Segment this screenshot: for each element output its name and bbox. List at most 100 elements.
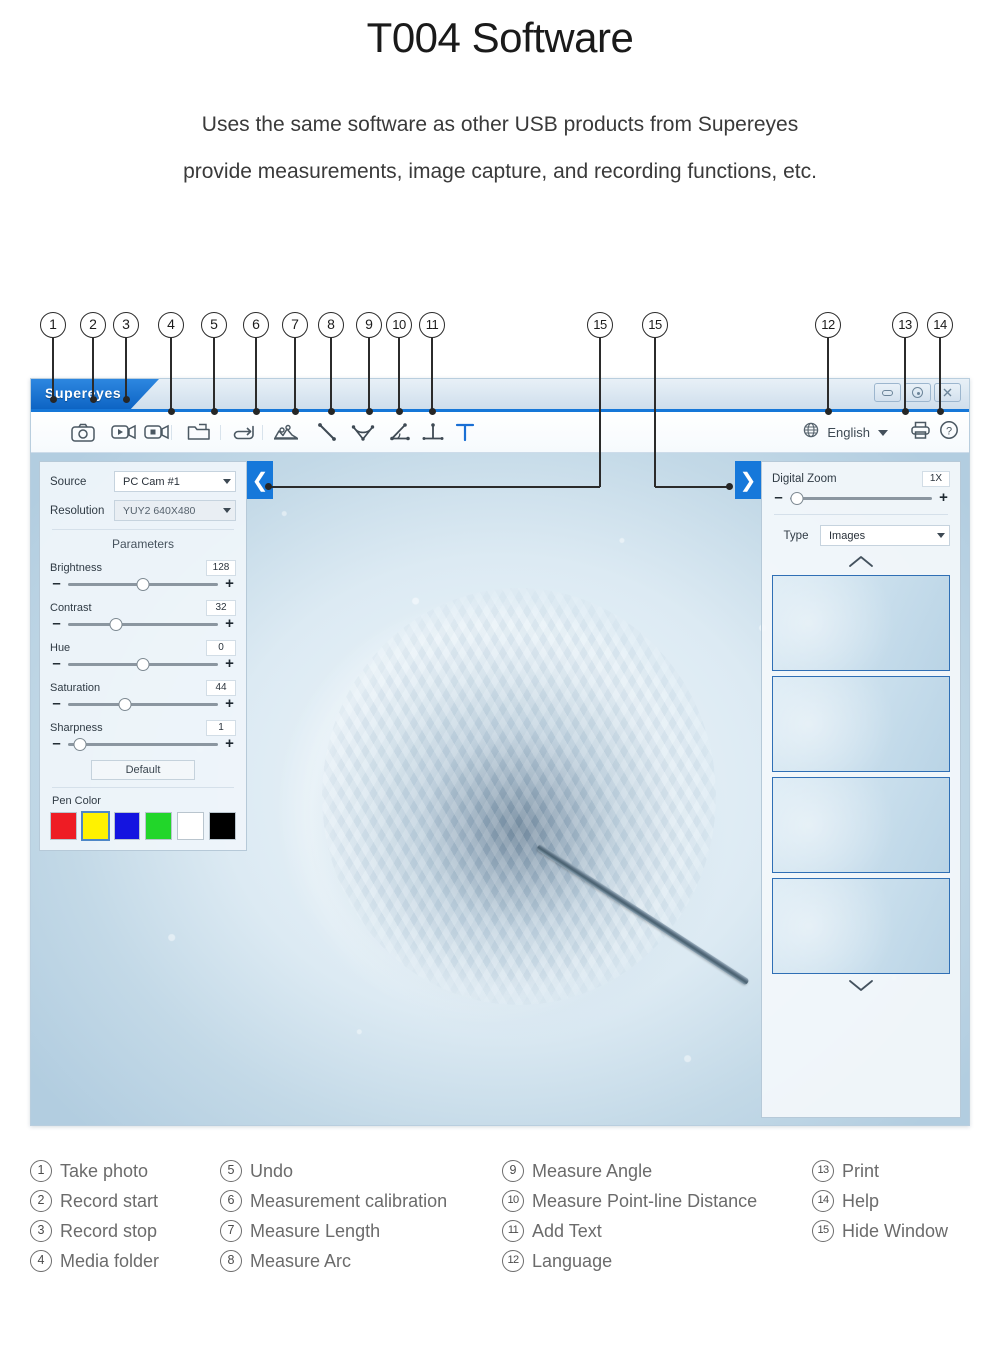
undo-icon[interactable] (232, 420, 258, 444)
legend-number: 7 (220, 1220, 242, 1242)
legend-number: 13 (812, 1160, 834, 1182)
parameter-slider[interactable] (68, 737, 218, 751)
digital-zoom-row: Digital Zoom 1X (772, 471, 950, 487)
pen-color-yellow[interactable] (80, 811, 110, 841)
measurement-calibration-icon[interactable] (273, 420, 299, 444)
legend-number: 12 (502, 1250, 524, 1272)
legend-item: 11 Add Text (502, 1220, 812, 1242)
callout-15: 15 (587, 312, 613, 338)
resolution-select[interactable]: YUY2 640X480 (114, 500, 236, 521)
measure-point-line-distance-icon[interactable] (420, 420, 446, 444)
parameter-header: Hue 0 (50, 640, 236, 656)
source-label: Source (50, 475, 87, 488)
legend-label: Add Text (532, 1220, 602, 1241)
legend-number: 1 (30, 1160, 52, 1182)
add-text-icon[interactable] (452, 420, 478, 444)
source-select[interactable]: PC Cam #1 (114, 471, 236, 492)
measure-angle-icon[interactable] (387, 420, 413, 444)
video-preview-stage[interactable]: Source PC Cam #1 Resolution YUY2 640X480… (31, 453, 969, 1125)
toolbar: English ? (31, 412, 969, 453)
callout-leader-elbow-15 (655, 486, 729, 488)
type-select[interactable]: Images (820, 525, 950, 546)
page-root: T004 Software Uses the same software as … (0, 0, 1000, 1349)
slider-knob[interactable] (109, 617, 123, 631)
language-label[interactable]: English (827, 425, 870, 440)
chevron-down-icon[interactable] (223, 508, 231, 513)
callout-leader-14 (939, 338, 941, 412)
maximize-button[interactable] (904, 383, 931, 402)
parameter-increase-button[interactable]: + (223, 696, 236, 711)
callout-leader-4 (170, 338, 172, 412)
hide-left-panel-button[interactable]: ❮ (247, 461, 273, 499)
type-value: Images (829, 529, 866, 542)
digital-zoom-value: 1X (922, 471, 950, 487)
slider-knob[interactable] (136, 657, 150, 671)
parameter-increase-button[interactable]: + (223, 616, 236, 631)
pen-color-green[interactable] (145, 812, 173, 840)
print-icon[interactable] (910, 420, 931, 445)
legend-item: 13 Print (812, 1160, 982, 1182)
slider-knob[interactable] (118, 697, 132, 711)
chevron-down-icon[interactable] (223, 479, 231, 484)
callout-dot-9 (365, 408, 373, 415)
parameter-slider[interactable] (68, 657, 218, 671)
slider-knob[interactable] (790, 491, 804, 505)
parameter-slider[interactable] (68, 577, 218, 591)
callout-leader-11 (431, 338, 433, 412)
record-start-icon[interactable] (111, 420, 137, 444)
callout-dot-6 (252, 408, 260, 415)
gallery-thumbnail[interactable] (772, 676, 950, 772)
pen-color-white[interactable] (177, 812, 205, 840)
parameter-decrease-button[interactable]: – (50, 696, 63, 711)
take-photo-icon[interactable] (70, 420, 96, 444)
parameter-decrease-button[interactable]: – (50, 576, 63, 591)
callout-dot-11 (428, 408, 436, 415)
measure-length-icon[interactable] (314, 420, 340, 444)
gallery-scroll-up-button[interactable] (772, 555, 950, 571)
default-button[interactable]: Default (91, 760, 195, 780)
parameter-decrease-button[interactable]: – (50, 736, 63, 751)
digital-zoom-decrease-button[interactable]: – (772, 490, 785, 505)
parameters-list: Brightness 128– + Contrast 32– + Hue 0– + Saturat… (50, 560, 236, 751)
pen-color-red[interactable] (50, 812, 77, 840)
callout-leader-5 (213, 338, 215, 412)
pen-color-black[interactable] (209, 812, 236, 840)
parameter-decrease-button[interactable]: – (50, 616, 63, 631)
parameter-increase-button[interactable]: + (223, 736, 236, 751)
callout-dot-15 (264, 483, 272, 490)
parameter-increase-button[interactable]: + (223, 656, 236, 671)
legend-number: 2 (30, 1190, 52, 1212)
digital-zoom-slider[interactable] (790, 491, 932, 505)
parameter-slider[interactable] (68, 617, 218, 631)
digital-zoom-increase-button[interactable]: + (937, 490, 950, 505)
gallery-thumbnail[interactable] (772, 575, 950, 671)
chevron-down-icon[interactable] (878, 429, 888, 436)
slider-knob[interactable] (73, 737, 87, 751)
chevron-down-icon[interactable] (937, 533, 945, 538)
parameter-value: 128 (206, 560, 236, 576)
callout-dot-8 (327, 408, 335, 415)
pen-color-blue[interactable] (113, 812, 141, 840)
callout-12: 12 (815, 312, 841, 338)
parameter-header: Contrast 32 (50, 600, 236, 616)
callout-leader-15 (654, 338, 656, 487)
media-folder-icon[interactable] (186, 420, 212, 444)
measure-arc-icon[interactable] (350, 420, 376, 444)
record-stop-icon[interactable] (144, 420, 170, 444)
gallery-thumbnail[interactable] (772, 878, 950, 974)
callout-10: 10 (386, 312, 412, 338)
slider-knob[interactable] (136, 577, 150, 591)
callout-dot-14 (936, 408, 944, 415)
gallery-scroll-down-button[interactable] (772, 979, 950, 995)
callout-leader-12 (827, 338, 829, 412)
callout-1: 1 (40, 312, 66, 338)
gallery-thumbnail[interactable] (772, 777, 950, 873)
legend-label: Language (532, 1250, 613, 1271)
parameter-decrease-button[interactable]: – (50, 656, 63, 671)
hide-right-panel-button[interactable]: ❯ (735, 461, 761, 499)
parameter-label: Hue (50, 642, 71, 654)
parameter-increase-button[interactable]: + (223, 576, 236, 591)
help-icon[interactable]: ? (939, 420, 959, 445)
minimize-button[interactable] (874, 383, 901, 402)
parameter-slider[interactable] (68, 697, 218, 711)
